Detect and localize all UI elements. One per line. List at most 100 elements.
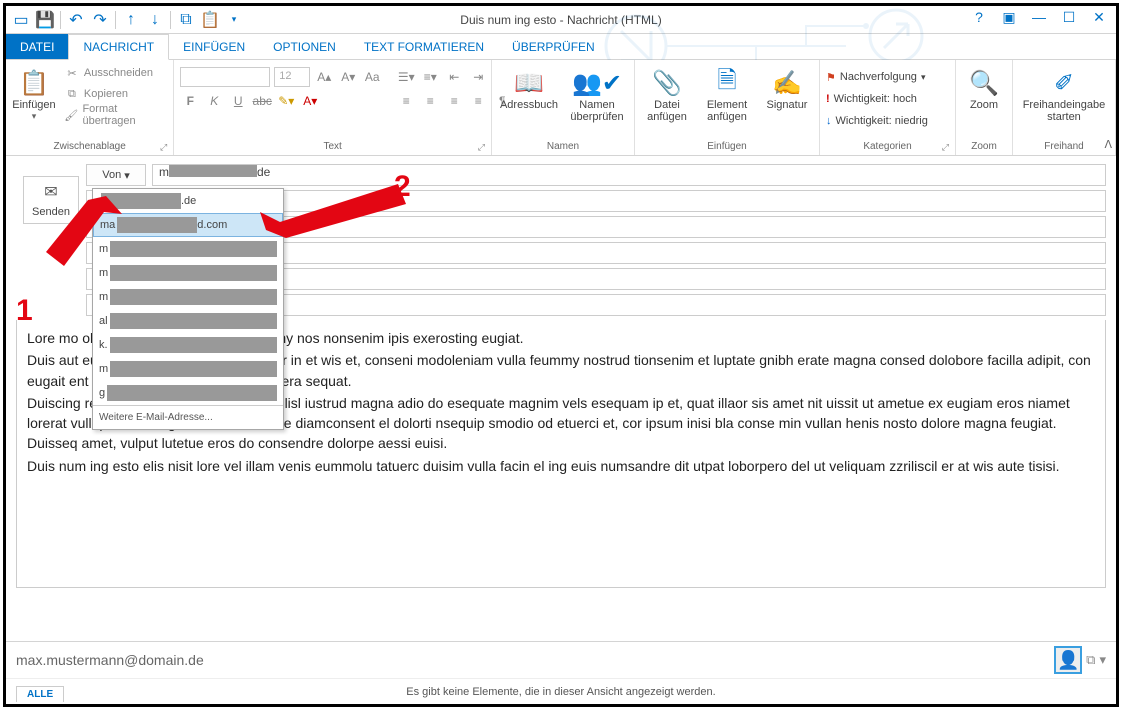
dialog-launcher-icon[interactable]: ⤢ <box>942 142 949 153</box>
importance-low-button[interactable]: ↓Wichtigkeit: niedrig <box>826 111 928 131</box>
cut-button[interactable]: ✂Ausschneiden <box>62 63 167 83</box>
follow-up-button[interactable]: ⚑Nachverfolgung▾ <box>826 67 925 87</box>
ribbon-group-insert: 📎 Datei anfügen 🗎 Element anfügen ✍ Sign… <box>635 60 820 155</box>
collapse-ribbon-icon[interactable]: ᐱ <box>1104 138 1112 151</box>
from-button[interactable]: Von ▾ <box>86 164 146 186</box>
group-label-names: Namen <box>547 141 579 152</box>
change-case-icon[interactable]: Aa <box>362 67 382 87</box>
tab-optionen[interactable]: OPTIONEN <box>259 34 350 59</box>
align-left-icon[interactable]: ≡ <box>396 91 416 111</box>
signature-button[interactable]: ✍ Signatur <box>761 63 813 111</box>
from-option[interactable]: al <box>93 309 283 333</box>
underline-button[interactable]: U <box>228 91 248 111</box>
arrow-down-icon: ↓ <box>826 115 832 127</box>
close-icon[interactable]: ✕ <box>1086 6 1112 28</box>
grow-font-icon[interactable]: A▴ <box>314 67 334 87</box>
redo-icon[interactable]: ↷ <box>89 9 111 31</box>
from-option[interactable]: k. <box>93 333 283 357</box>
paste-icon[interactable]: 📋 <box>199 9 221 31</box>
indent-icon[interactable]: ⇥ <box>468 67 488 87</box>
group-label-text: Text <box>323 141 341 152</box>
avatar[interactable]: 👤 <box>1054 646 1082 674</box>
window-icon[interactable]: ▭ <box>10 9 32 31</box>
copy-button[interactable]: ⧉Kopieren <box>62 84 167 104</box>
ribbon-group-tags: ⚑Nachverfolgung▾ !Wichtigkeit: hoch ↓Wic… <box>820 60 956 155</box>
attach-item-icon: 🗎 <box>717 67 736 99</box>
minimize-icon[interactable]: — <box>1026 6 1052 28</box>
ribbon-options-icon[interactable]: ▣ <box>996 6 1022 28</box>
from-option[interactable]: m <box>93 285 283 309</box>
dialog-launcher-icon[interactable]: ⤢ <box>478 142 485 153</box>
people-pane-icon[interactable]: ⧉ <box>1086 652 1095 668</box>
ink-button[interactable]: ✐ Freihandeingabe starten <box>1019 63 1109 123</box>
check-names-button[interactable]: 👥✔ Namen überprüfen <box>566 63 628 123</box>
from-option-selected[interactable]: mad.com <box>93 213 283 237</box>
ribbon: 📋 Einfügen ▾ ✂Ausschneiden ⧉Kopieren 🖌Fo… <box>6 60 1116 156</box>
prev-item-icon[interactable]: ↑ <box>120 9 142 31</box>
tab-einfuegen[interactable]: EINFÜGEN <box>169 34 259 59</box>
from-field[interactable]: m de <box>152 164 1106 186</box>
font-color-icon[interactable]: A▾ <box>300 91 320 111</box>
align-right-icon[interactable]: ≡ <box>444 91 464 111</box>
body-paragraph: Duis num ing esto elis nisit lore vel il… <box>27 456 1095 476</box>
align-center-icon[interactable]: ≡ <box>420 91 440 111</box>
dialog-launcher-icon[interactable]: ⤢ <box>160 142 167 153</box>
from-option[interactable]: .de <box>93 189 283 213</box>
message-header: ✉ Senden Von ▾ m de .de mad.com m m m <box>6 156 1116 320</box>
outdent-icon[interactable]: ⇤ <box>444 67 464 87</box>
from-option[interactable]: m <box>93 261 283 285</box>
alle-tab[interactable]: ALLE <box>16 686 64 702</box>
signature-icon: ✍ <box>772 67 802 99</box>
align-justify-icon[interactable]: ≡ <box>468 91 488 111</box>
group-label-insert: Einfügen <box>707 141 746 152</box>
importance-high-button[interactable]: !Wichtigkeit: hoch <box>826 89 917 109</box>
quick-access-toolbar: ▭ 💾 ↶ ↷ ↑ ↓ ⧉ 📋 ▾ <box>6 9 245 31</box>
attach-item-button[interactable]: 🗎 Element anfügen <box>699 63 755 123</box>
zoom-button[interactable]: 🔍 Zoom <box>962 63 1006 111</box>
bullets-icon[interactable]: ☰▾ <box>396 67 416 87</box>
maximize-icon[interactable]: ☐ <box>1056 6 1082 28</box>
tab-datei[interactable]: DATEI <box>6 34 68 59</box>
ribbon-group-zoom: 🔍 Zoom Zoom <box>956 60 1013 155</box>
shrink-font-icon[interactable]: A▾ <box>338 67 358 87</box>
format-painter-button[interactable]: 🖌Format übertragen <box>62 105 167 125</box>
help-icon[interactable]: ? <box>966 6 992 28</box>
bold-button[interactable]: F <box>180 91 200 111</box>
copy-icon[interactable]: ⧉ <box>175 9 197 31</box>
tab-nachricht[interactable]: NACHRICHT <box>68 34 169 60</box>
font-size-select[interactable]: 12 <box>274 67 310 87</box>
tab-text-formatieren[interactable]: TEXT FORMATIEREN <box>350 34 498 59</box>
ribbon-tabs: DATEI NACHRICHT EINFÜGEN OPTIONEN TEXT F… <box>6 34 1116 60</box>
numbering-icon[interactable]: ≡▾ <box>420 67 440 87</box>
group-label-tags: Kategorien <box>863 141 911 152</box>
ribbon-group-names: 📖 Adressbuch 👥✔ Namen überprüfen Namen <box>492 60 635 155</box>
from-option[interactable]: m <box>93 357 283 381</box>
exclamation-icon: ! <box>826 93 830 105</box>
italic-button[interactable]: K <box>204 91 224 111</box>
qat-menu-icon[interactable]: ▾ <box>223 9 245 31</box>
undo-icon[interactable]: ↶ <box>65 9 87 31</box>
scissors-icon: ✂ <box>64 67 80 80</box>
font-family-select[interactable] <box>180 67 270 87</box>
next-item-icon[interactable]: ↓ <box>144 9 166 31</box>
brush-icon: 🖌 <box>64 109 79 122</box>
empty-message: Es gibt keine Elemente, die in dieser An… <box>6 678 1116 704</box>
save-icon[interactable]: 💾 <box>34 9 56 31</box>
from-option[interactable]: m <box>93 237 283 261</box>
attach-file-button[interactable]: 📎 Datei anfügen <box>641 63 693 123</box>
send-button[interactable]: ✉ Senden <box>23 176 79 224</box>
tab-ueberpruefen[interactable]: ÜBERPRÜFEN <box>498 34 609 59</box>
from-option[interactable]: g <box>93 381 283 405</box>
other-email-option[interactable]: Weitere E-Mail-Adresse... <box>93 405 283 429</box>
chevron-down-icon[interactable]: ▾ <box>1099 652 1106 668</box>
paste-icon: 📋 <box>19 67 49 99</box>
group-label-zoom: Zoom <box>971 141 997 152</box>
address-book-button[interactable]: 📖 Adressbuch <box>498 63 560 111</box>
send-label: Senden <box>32 206 70 218</box>
account-email: max.mustermann@domain.de <box>16 652 204 668</box>
address-book-icon: 📖 <box>514 67 544 99</box>
ribbon-group-clipboard: 📋 Einfügen ▾ ✂Ausschneiden ⧉Kopieren 🖌Fo… <box>6 60 174 155</box>
strike-button[interactable]: abc <box>252 91 272 111</box>
highlight-icon[interactable]: ✎▾ <box>276 91 296 111</box>
paste-button[interactable]: 📋 Einfügen ▾ <box>12 63 56 122</box>
